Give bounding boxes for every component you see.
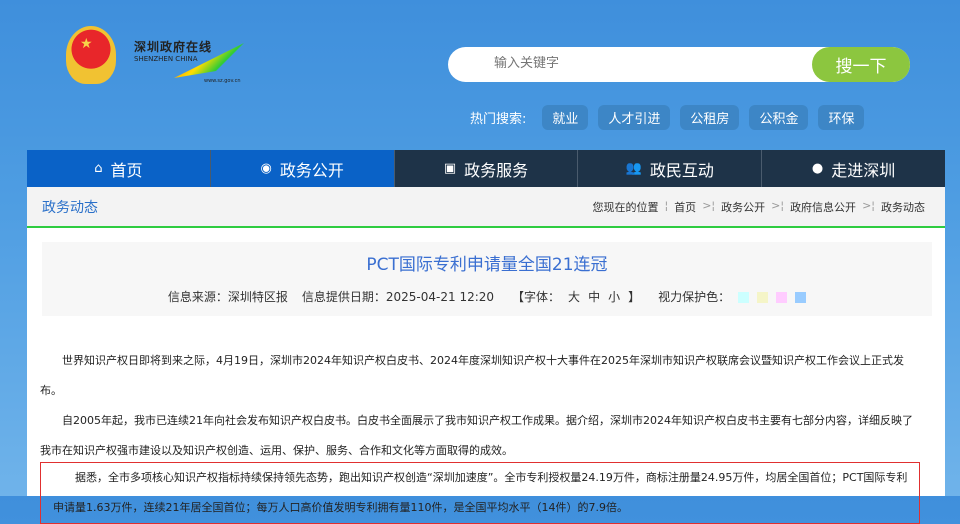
article-source: 信息来源：深圳特区报 <box>167 290 288 304</box>
monitor-icon: ▣ <box>443 161 457 176</box>
nav-interaction[interactable]: 👥 政民互动 <box>578 150 763 187</box>
color-swatch-yellow[interactable] <box>757 292 769 303</box>
hot-searches: 热门搜索: 就业 人才引进 公租房 公积金 环保 <box>470 105 865 130</box>
nav-label: 政民互动 <box>649 160 714 180</box>
eye-protection: 视力保护色： <box>658 288 807 305</box>
font-label: 【字体： <box>512 290 561 304</box>
article-body: 世界知识产权日即将到来之际，4月19日，深圳市2024年知识产权白皮书、2024… <box>40 346 920 524</box>
breadcrumb-item[interactable]: 首页 <box>674 199 696 215</box>
font-medium[interactable]: 中 <box>588 290 600 304</box>
home-icon: ⌂ <box>94 161 103 176</box>
search-bar: 搜一下 <box>448 47 910 82</box>
site-logo[interactable]: 深圳政府在线 SHENZHEN CHINA www.sz.gov.cn <box>134 38 244 88</box>
breadcrumb-item[interactable]: 政务动态 <box>881 199 925 215</box>
paragraph: 世界知识产权日即将到来之际，4月19日，深圳市2024年知识产权白皮书、2024… <box>40 354 904 397</box>
breadcrumb-item[interactable]: 政务公开 <box>721 199 765 215</box>
article-area: PCT国际专利申请量全国21连冠 信息来源：深圳特区报 信息提供日期：2025-… <box>27 228 945 524</box>
info-icon: ● <box>811 161 824 176</box>
main-nav: ⌂ 首页 ◉ 政务公开 ▣ 政务服务 👥 政民互动 ● 走进深圳 <box>27 150 945 187</box>
search-input[interactable] <box>494 56 794 71</box>
color-swatch-pink[interactable] <box>776 292 788 303</box>
breadcrumb-prefix: 您现在的位置 <box>592 200 659 214</box>
font-small[interactable]: 小 <box>608 290 620 304</box>
eye-label: 视力保护色： <box>658 290 731 304</box>
nav-label: 政务服务 <box>464 160 529 180</box>
breadcrumb-item[interactable]: 政府信息公开 <box>790 199 856 215</box>
hot-tag[interactable]: 环保 <box>818 105 865 130</box>
color-swatch-cyan[interactable] <box>738 292 750 303</box>
nav-home[interactable]: ⌂ 首页 <box>27 150 211 187</box>
section-bar: 政务动态 您现在的位置 ¦ 首页 >¦ 政务公开 >¦ 政府信息公开 >¦ 政务动态 <box>27 187 945 228</box>
font-large[interactable]: 大 <box>568 290 580 304</box>
article-meta: 信息来源：深圳特区报 信息提供日期：2025-04-21 12:20 【字体： 大… <box>42 288 932 305</box>
news-icon: ◉ <box>260 161 272 176</box>
color-swatch-blue[interactable] <box>795 292 807 303</box>
search-button[interactable]: 搜一下 <box>812 47 910 82</box>
hot-tag[interactable]: 就业 <box>542 105 589 130</box>
nav-label: 政务公开 <box>279 160 344 180</box>
hot-search-label: 热门搜索: <box>470 112 527 127</box>
highlighted-paragraph: 据悉，全市多项核心知识产权指标持续保持领先态势，跑出知识产权创造“深圳加速度”。… <box>40 462 920 524</box>
hot-tag[interactable]: 人才引进 <box>598 105 671 130</box>
hot-tag[interactable]: 公积金 <box>749 105 809 130</box>
article-title: PCT国际专利申请量全国21连冠 <box>366 255 608 275</box>
site-header: ★ 深圳政府在线 SHENZHEN CHINA www.sz.gov.cn 搜一… <box>0 0 960 150</box>
section-title[interactable]: 政务动态 <box>42 197 98 217</box>
nav-government-affairs[interactable]: ◉ 政务公开 <box>210 150 395 187</box>
nav-label: 走进深圳 <box>831 160 896 180</box>
article-header: PCT国际专利申请量全国21连冠 信息来源：深圳特区报 信息提供日期：2025-… <box>42 242 932 316</box>
font-size-control: 【字体： 大中小】 <box>508 288 644 305</box>
national-emblem-logo: ★ <box>66 26 116 84</box>
nav-services[interactable]: ▣ 政务服务 <box>394 150 579 187</box>
nav-label: 首页 <box>110 160 143 180</box>
people-icon: 👥 <box>625 161 642 176</box>
logo-url: www.sz.gov.cn <box>204 78 241 84</box>
article-date: 信息提供日期：2025-04-21 12:20 <box>301 290 495 304</box>
hot-tag[interactable]: 公租房 <box>680 105 740 130</box>
paragraph: 自2005年起，我市已连续21年向社会发布知识产权白皮书。白皮书全面展示了我市知… <box>40 414 913 457</box>
nav-about-shenzhen[interactable]: ● 走进深圳 <box>762 150 945 187</box>
breadcrumb: 您现在的位置 ¦ 首页 >¦ 政务公开 >¦ 政府信息公开 >¦ 政务动态 <box>592 198 925 215</box>
font-bracket: 】 <box>628 290 641 304</box>
